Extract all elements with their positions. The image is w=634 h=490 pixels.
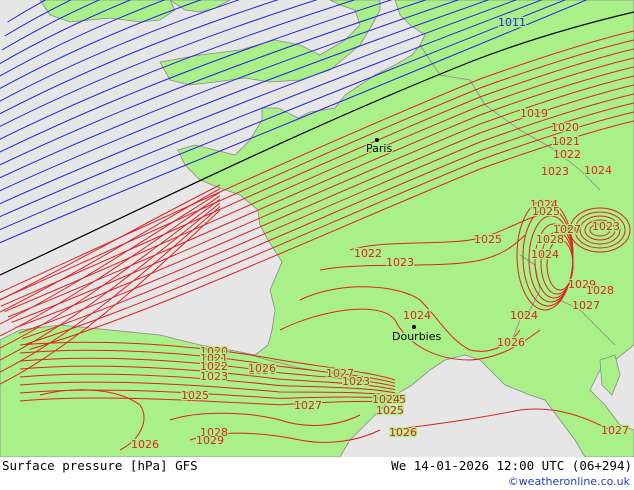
isobar-label: 1024 [584, 164, 612, 177]
isobar-label: 1025 [376, 404, 404, 417]
isobar-label: 1025 [474, 233, 502, 246]
isobar-label: 1023 [592, 220, 620, 233]
isobar-label: 1026 [389, 426, 417, 439]
isobar-label: 1029 [196, 434, 224, 447]
valid-time: We 14-01-2026 12:00 UTC (06+294) [391, 458, 632, 473]
isobar-label: 1024 [403, 309, 431, 322]
isobar-label: 1022 [553, 148, 581, 161]
isobar-label: 1028 [586, 284, 614, 297]
isobar-label: 1019 [520, 107, 548, 120]
isobar-label: 1023 [386, 256, 414, 269]
isobar-label: 1022 [354, 247, 382, 260]
isobar-label: 1024 [510, 309, 538, 322]
isobar-label: 1027 [294, 399, 322, 412]
isobar-label: 1021 [552, 135, 580, 148]
pressure-map-svg: 101110191020102110221023 1024102410251025… [0, 0, 634, 457]
isobar-label: 1023 [541, 165, 569, 178]
isobar-label: 1026 [131, 438, 159, 451]
isobar-label: 1026 [248, 362, 276, 375]
map-footer: Surface pressure [hPa] GFS We 14-01-2026… [0, 457, 634, 490]
city-label: Dourbies [392, 330, 442, 343]
map-title: Surface pressure [hPa] GFS [2, 458, 198, 473]
isobar-label: 1025 [532, 205, 560, 218]
isobar-label: 1028 [536, 233, 564, 246]
isobar-label: 1027 [601, 424, 629, 437]
isobar-label: 1011 [498, 16, 526, 29]
weather-map: 1011 1019 1020 1021 1022 1023 1024 1024 1025 1025… [0, 0, 634, 457]
isobar-label: 1024 [531, 248, 559, 261]
city-label: Paris [366, 142, 392, 155]
isobar-label: 1026 [497, 336, 525, 349]
isobar-label: 1023 [342, 375, 370, 388]
isobar-label: 1020 [551, 121, 579, 134]
city-marker [412, 325, 416, 329]
credit-link[interactable]: ©weatheronline.co.uk [508, 475, 630, 488]
isobar-label: 1027 [572, 299, 600, 312]
isobar-label: 1025 [181, 389, 209, 402]
isobar-label: 1023 [200, 370, 228, 383]
